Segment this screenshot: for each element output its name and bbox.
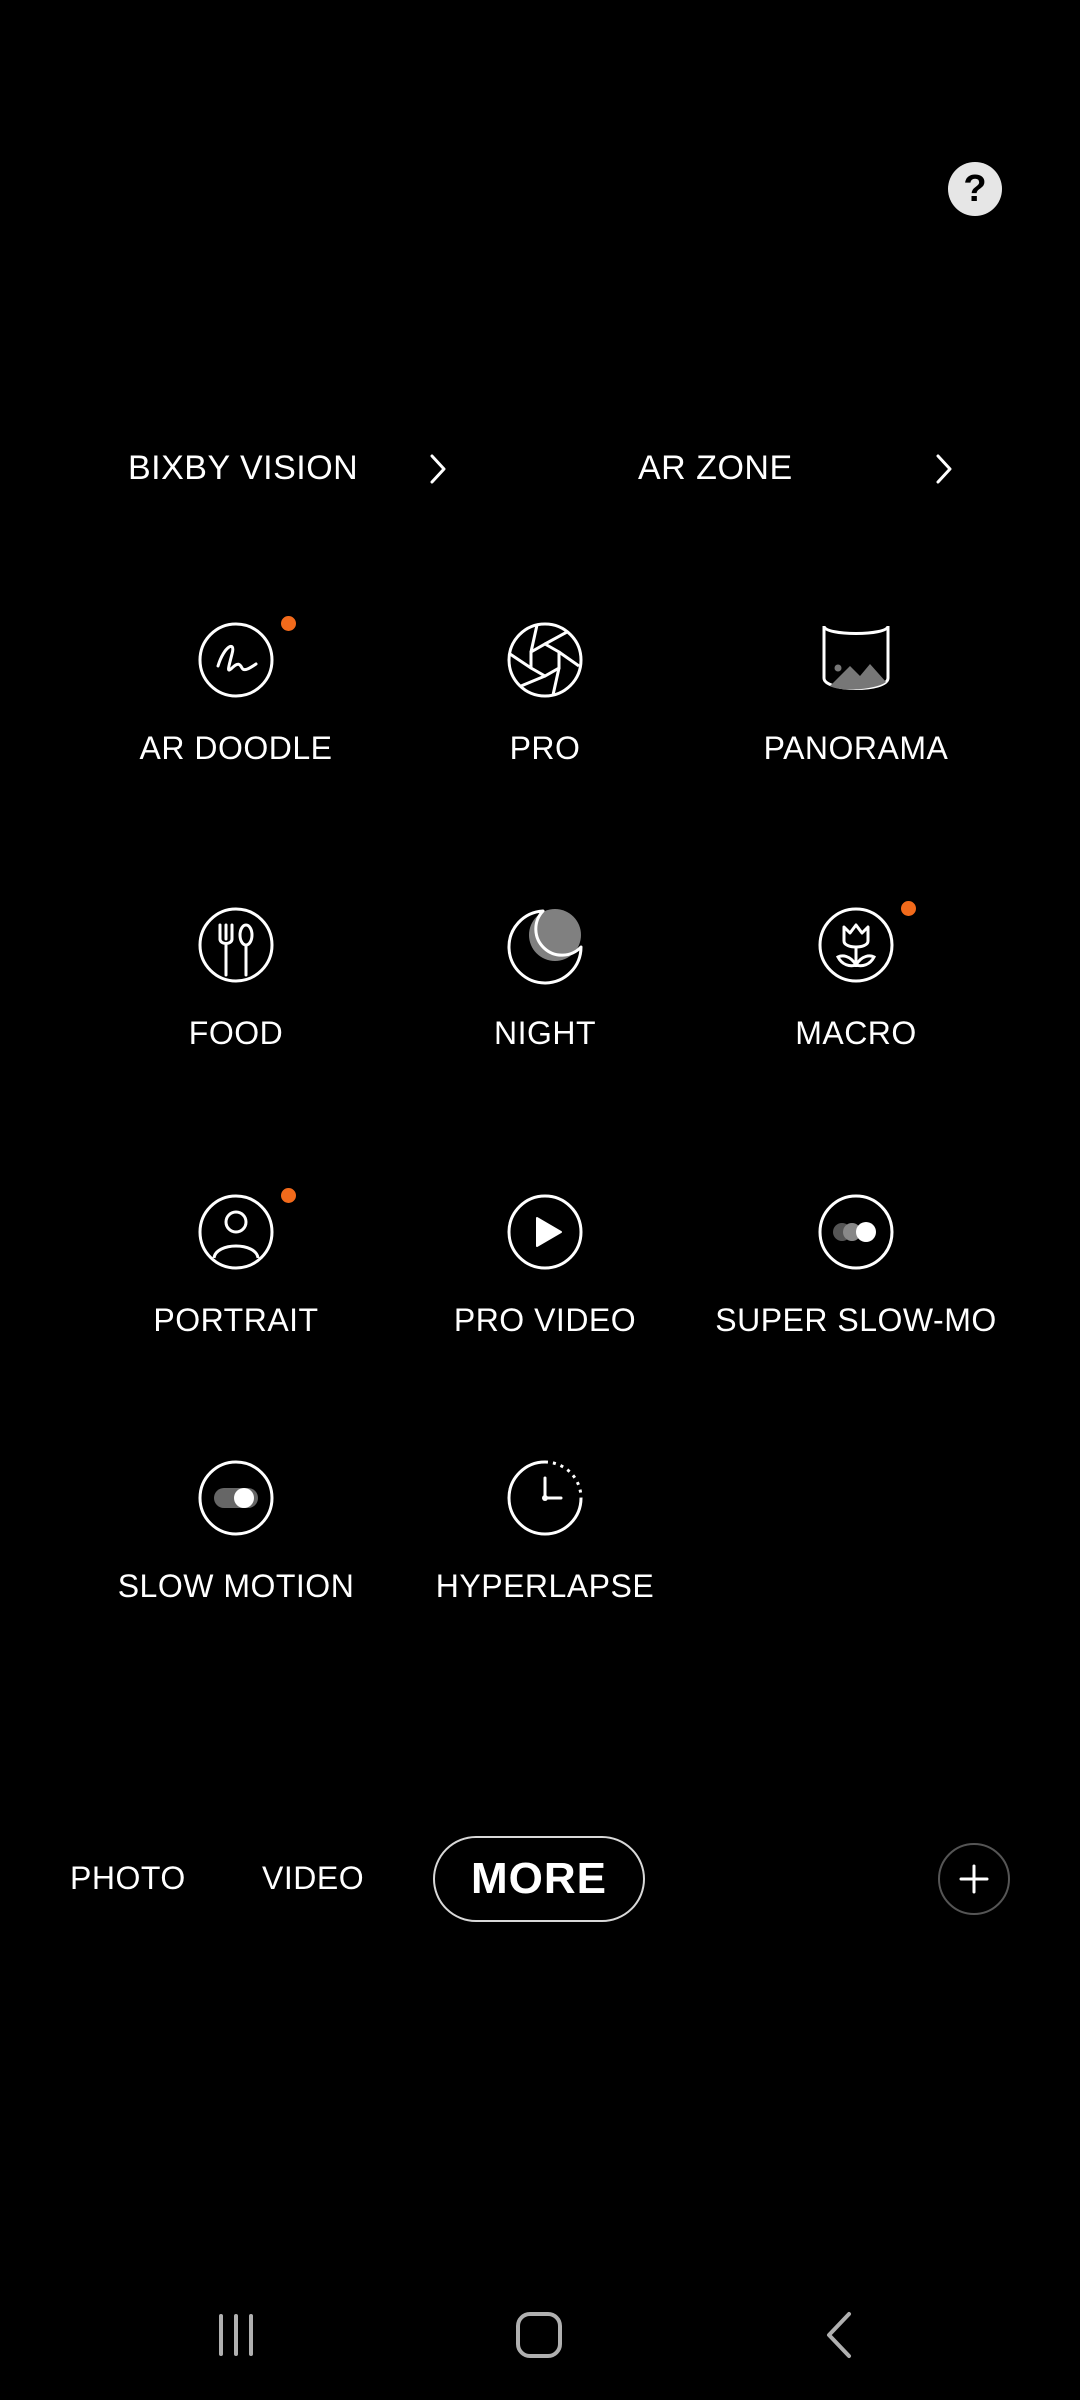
mode-label: PORTRAIT (153, 1302, 319, 1338)
mode-label: PRO VIDEO (453, 1302, 637, 1338)
chevron-right-icon (936, 454, 952, 484)
mode-label: HYPERLAPSE (435, 1568, 655, 1604)
bixby-vision-link[interactable]: BIXBY VISION (128, 440, 458, 496)
mode-portrait[interactable]: PORTRAIT (76, 1188, 396, 1339)
new-badge (901, 901, 916, 916)
home-button[interactable] (499, 2300, 579, 2370)
mode-panorama[interactable]: PANORAMA (696, 620, 1016, 767)
hyperlapse-icon (507, 1460, 583, 1536)
back-button[interactable] (800, 2300, 880, 2370)
mode-macro[interactable]: MACRO (696, 901, 1016, 1052)
mode-label: PANORAMA (763, 730, 949, 766)
back-icon (827, 2312, 851, 2358)
tab-video[interactable]: VIDEO (262, 1860, 364, 1897)
tab-more-label: MORE (471, 1854, 607, 1903)
new-badge (281, 616, 296, 631)
help-button[interactable]: ? (948, 162, 1002, 216)
mode-label: PRO (509, 730, 581, 766)
mode-label: FOOD (188, 1015, 284, 1051)
mode-pro[interactable]: PRO (385, 620, 705, 767)
mode-ar-doodle[interactable]: AR DOODLE (76, 616, 396, 767)
mode-label: SLOW MOTION (117, 1568, 355, 1604)
bixby-vision-label: BIXBY VISION (128, 448, 359, 487)
new-badge (281, 1188, 296, 1203)
mode-hyperlapse[interactable]: HYPERLAPSE (385, 1458, 705, 1605)
panorama-icon (822, 625, 890, 690)
mode-label: MACRO (795, 1015, 917, 1051)
plus-icon (959, 1864, 989, 1894)
flower-icon (818, 907, 894, 983)
add-mode-button[interactable] (938, 1843, 1010, 1915)
super-slow-mo-icon (818, 1194, 894, 1270)
mode-label: AR DOODLE (139, 730, 333, 766)
ar-zone-link[interactable]: AR ZONE (638, 440, 968, 496)
slow-motion-icon (198, 1460, 274, 1536)
mode-night[interactable]: NIGHT (385, 905, 705, 1052)
mode-pro-video[interactable]: PRO VIDEO (385, 1192, 705, 1339)
mode-label: SUPER SLOW-MO (715, 1302, 997, 1338)
mode-label: NIGHT (493, 1015, 597, 1051)
ar-doodle-icon (198, 622, 274, 698)
ar-zone-label: AR ZONE (638, 448, 793, 487)
mode-slow-motion[interactable]: SLOW MOTION (76, 1458, 396, 1605)
aperture-icon (507, 622, 583, 698)
help-icon: ? (963, 167, 987, 210)
home-icon (516, 2312, 562, 2358)
mode-food[interactable]: FOOD (76, 905, 396, 1052)
chevron-right-icon (430, 454, 446, 484)
recent-apps-icon (219, 2314, 253, 2356)
mode-super-slow-mo[interactable]: SUPER SLOW-MO (696, 1192, 1016, 1339)
portrait-icon (198, 1194, 274, 1270)
tab-more[interactable]: MORE (433, 1836, 645, 1922)
food-icon (198, 907, 274, 983)
tab-photo[interactable]: PHOTO (70, 1860, 186, 1897)
recent-apps-button[interactable] (196, 2300, 276, 2370)
play-icon (507, 1194, 583, 1270)
moon-icon (507, 909, 583, 985)
